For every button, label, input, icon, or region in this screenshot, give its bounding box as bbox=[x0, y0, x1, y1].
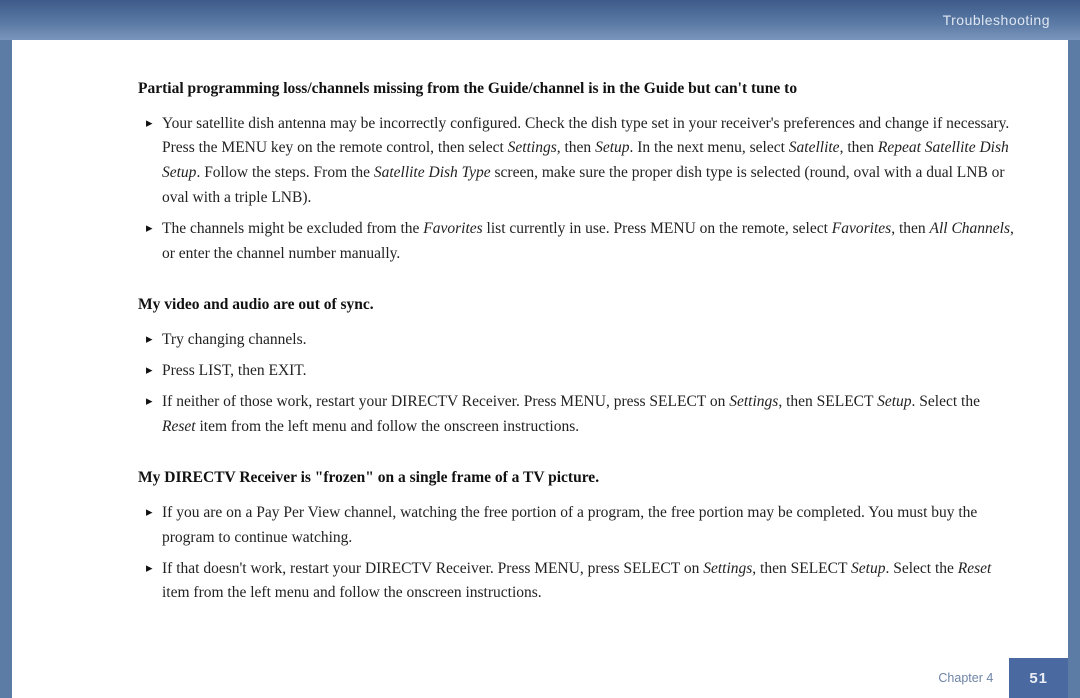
bullet-list: If you are on a Pay Per View channel, wa… bbox=[54, 501, 1026, 606]
header-band: Troubleshooting bbox=[0, 0, 1080, 40]
breadcrumb: Troubleshooting bbox=[943, 12, 1050, 28]
list-item: If that doesn't work, restart your DIREC… bbox=[162, 557, 1026, 607]
list-item: The channels might be excluded from the … bbox=[162, 217, 1026, 267]
list-item: If you are on a Pay Per View channel, wa… bbox=[162, 501, 1026, 551]
page-body: Partial programming loss/channels missin… bbox=[12, 0, 1068, 698]
footer: Chapter 4 51 bbox=[922, 658, 1068, 698]
list-item: Press LIST, then EXIT. bbox=[162, 359, 1026, 384]
footer-chapter: Chapter 4 bbox=[922, 658, 1009, 698]
section-av-sync: My video and audio are out of sync. Try … bbox=[54, 294, 1026, 439]
bullet-list: Your satellite dish antenna may be incor… bbox=[54, 112, 1026, 267]
section-programming-loss: Partial programming loss/channels missin… bbox=[54, 78, 1026, 266]
section-heading: My video and audio are out of sync. bbox=[54, 294, 1026, 316]
bullet-list: Try changing channels. Press LIST, then … bbox=[54, 328, 1026, 439]
list-item: Your satellite dish antenna may be incor… bbox=[162, 112, 1026, 211]
section-heading: My DIRECTV Receiver is "frozen" on a sin… bbox=[54, 467, 1026, 489]
list-item: Try changing channels. bbox=[162, 328, 1026, 353]
section-heading: Partial programming loss/channels missin… bbox=[54, 78, 1026, 100]
footer-page-number: 51 bbox=[1009, 658, 1068, 698]
list-item: If neither of those work, restart your D… bbox=[162, 390, 1026, 440]
section-frozen: My DIRECTV Receiver is "frozen" on a sin… bbox=[54, 467, 1026, 606]
